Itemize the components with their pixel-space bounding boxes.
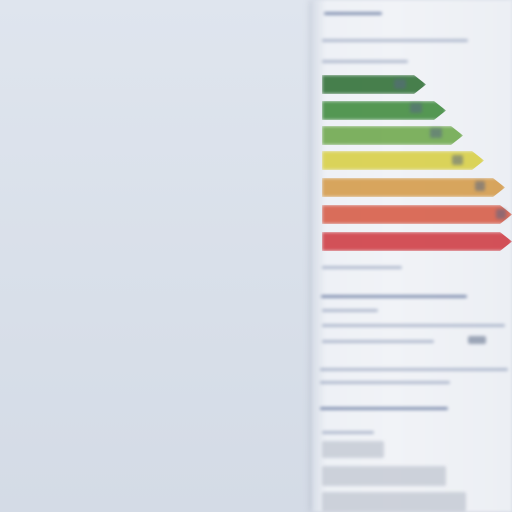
rating-marker-icon-3 [430,128,442,138]
rating-marker-icon-4 [452,155,463,165]
scale-caption-line [322,266,402,269]
small-mark-icon [468,336,486,344]
consumption-text-line-2 [322,324,505,327]
emissions-text-line [322,431,374,434]
background-surface [0,0,320,512]
consumption-text-line [322,309,378,312]
header-text-line [324,12,382,15]
energy-bar-g [322,232,512,251]
subheader-text-line-2 [322,60,408,63]
gray-scale-bar-3 [322,492,466,512]
energy-bar-f [322,205,512,224]
rating-marker-icon-5 [475,181,485,191]
energy-bar-b [322,101,446,120]
rating-marker-icon-2 [410,103,422,113]
energy-bar-a [322,75,426,94]
consumption-title-line [321,295,467,298]
gray-scale-bar [322,441,384,458]
info-text-line [320,368,508,371]
emissions-title-line [320,407,448,410]
photo [0,0,512,512]
rating-marker-icon [394,79,406,89]
rating-marker-icon-6 [496,209,506,219]
info-text-line-2 [320,381,450,384]
consumption-text-line-3 [322,340,434,343]
subheader-text-line [322,39,468,42]
gray-scale-bar-2 [322,466,446,486]
